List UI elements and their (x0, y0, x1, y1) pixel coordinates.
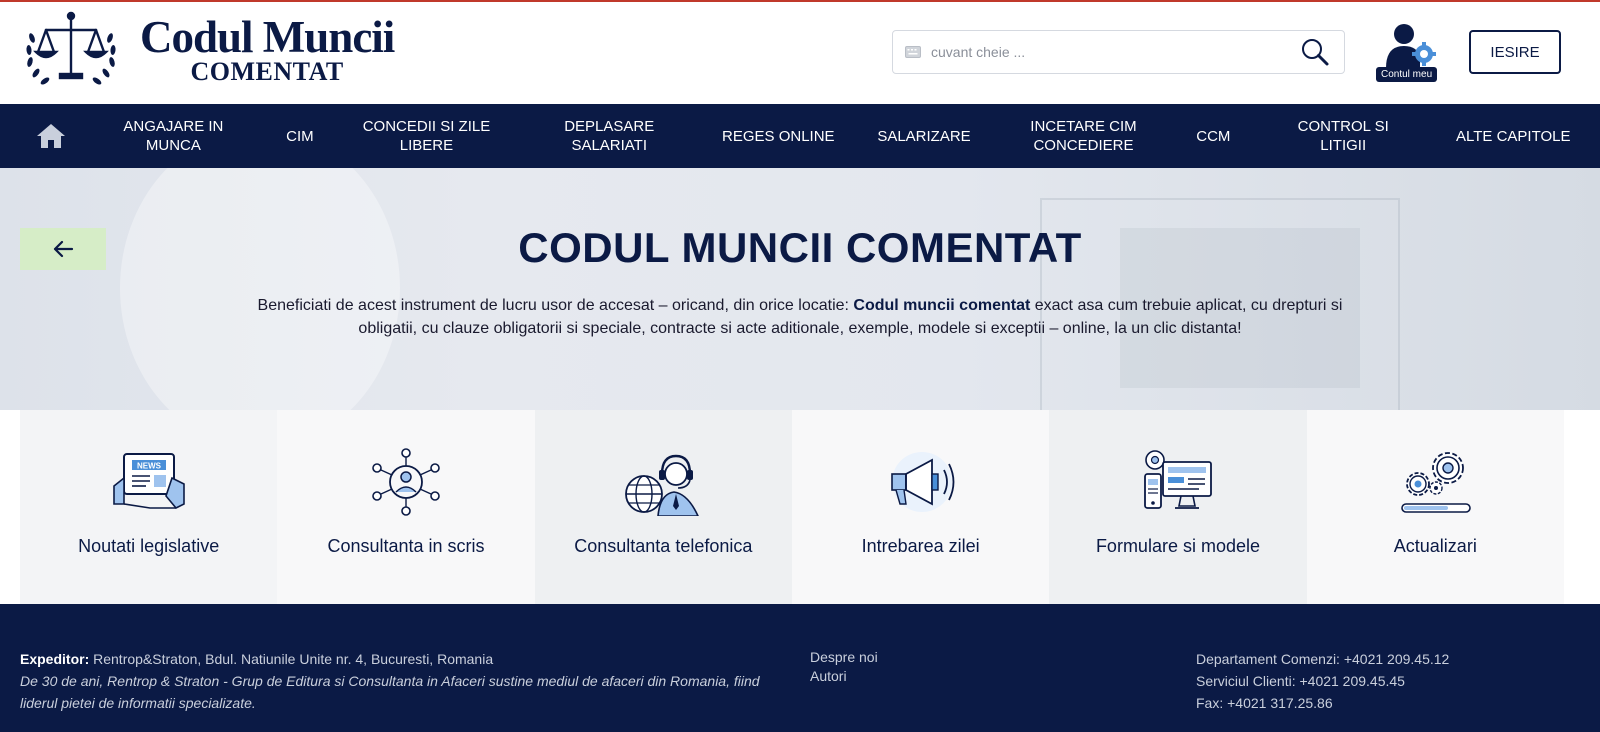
tile-noutati-legislative[interactable]: NEWS Noutati legislative (20, 410, 278, 604)
site-logo[interactable]: Codul Muncii COMENTAT (22, 8, 395, 92)
megaphone-icon (890, 452, 955, 512)
nav-item-deplasare[interactable]: DEPLASARE SALARIATI (539, 117, 679, 155)
feature-tiles: NEWS Noutati legislative Consultanta in … (20, 410, 1564, 604)
tile-label: Noutati legislative (78, 536, 220, 556)
search-icon[interactable] (1300, 37, 1330, 67)
hero-text-intro: Beneficiati de acest instrument de lucru… (257, 297, 854, 314)
nav-item-reges[interactable]: REGES ONLINE (722, 127, 835, 146)
nav-item-ccm[interactable]: CCM (1196, 127, 1230, 146)
tile-formulare-modele[interactable]: Formulare si modele (1049, 410, 1307, 604)
footer-about-text: De 30 de ani, Rentrop & Straton - Grup d… (20, 673, 760, 711)
contact-fax: Fax: +4021 317.25.86 (1196, 695, 1333, 711)
devices-forms-icon (1144, 450, 1212, 509)
tile-label: Consultanta in scris (327, 536, 485, 556)
search-box (892, 30, 1345, 74)
footer-links: Despre noi Autori (810, 648, 878, 686)
svg-text:NEWS: NEWS (137, 462, 162, 471)
nav-item-angajare[interactable]: ANGAJARE IN MUNCA (103, 117, 243, 155)
logo-text: Codul Muncii COMENTAT (140, 12, 395, 86)
site-footer: Expeditor: Rentrop&Straton, Bdul. Natiun… (0, 604, 1600, 732)
search-input[interactable] (931, 44, 1300, 60)
user-settings-icon (1386, 24, 1436, 68)
nav-item-concedii[interactable]: CONCEDII SI ZILE LIBERE (356, 117, 496, 155)
gears-update-icon (1401, 452, 1472, 513)
nav-item-cim[interactable]: CIM (286, 127, 314, 146)
hero-background-shape (120, 168, 400, 410)
site-header: Codul Muncii COMENTAT cuvant cheie ... C… (0, 0, 1600, 104)
logo-subtitle: COMENTAT (190, 57, 344, 86)
tile-consultanta-scris[interactable]: Consultanta in scris (277, 410, 535, 604)
scales-of-justice-icon (26, 11, 116, 85)
nav-home[interactable] (20, 104, 82, 168)
hero-banner: CODUL MUNCII COMENTAT Beneficiati de ace… (0, 168, 1600, 410)
logo-title: Codul Muncii (140, 12, 395, 62)
hero-text-bold: Codul muncii comentat (853, 297, 1031, 314)
footer-link-despre-noi[interactable]: Despre noi (810, 648, 878, 667)
nav-item-control[interactable]: CONTROL SI LITIGII (1273, 117, 1413, 155)
contact-clienti: Serviciul Clienti: +4021 209.45.45 (1196, 673, 1405, 689)
tile-label: Consultanta telefonica (574, 536, 753, 556)
tile-consultanta-telefonica[interactable]: Consultanta telefonica (534, 410, 792, 604)
tile-label: Formulare si modele (1095, 536, 1260, 556)
hero-description: Beneficiati de acest instrument de lucru… (230, 294, 1370, 340)
footer-contacts: Departament Comenzi: +4021 209.45.12 Ser… (1196, 648, 1449, 714)
headset-globe-icon (625, 454, 700, 516)
home-icon (37, 124, 65, 148)
footer-company-info: Expeditor: Rentrop&Straton, Bdul. Natiun… (20, 648, 760, 714)
nav-item-incetare[interactable]: INCETARE CIM CONCEDIERE (1013, 117, 1153, 155)
network-people-icon (372, 448, 440, 516)
tile-label: Actualizari (1393, 536, 1477, 556)
news-icon: NEWS (112, 453, 185, 509)
account-label: Contul meu (1376, 67, 1438, 82)
contact-comenzi: Departament Comenzi: +4021 209.45.12 (1196, 651, 1450, 667)
logout-button[interactable]: IESIRE (1469, 30, 1561, 74)
nav-item-salarizare[interactable]: SALARIZARE (877, 127, 970, 146)
tile-actualizari[interactable]: Actualizari (1306, 410, 1564, 604)
footer-link-autori[interactable]: Autori (810, 667, 878, 686)
page-title: CODUL MUNCII COMENTAT (518, 224, 1082, 271)
nav-item-alte-capitole[interactable]: ALTE CAPITOLE (1456, 127, 1571, 146)
expeditor-address: Rentrop&Straton, Bdul. Natiunile Unite n… (89, 651, 494, 667)
tile-label: Intrebarea zilei (861, 536, 980, 556)
account-button[interactable]: Contul meu (1374, 22, 1444, 84)
expeditor-label: Expeditor: (20, 651, 90, 667)
tile-intrebarea-zilei[interactable]: Intrebarea zilei (791, 410, 1050, 604)
footer-expeditor: Expeditor: Rentrop&Straton, Bdul. Natiun… (20, 648, 760, 670)
main-navigation: ANGAJARE IN MUNCA CIM CONCEDII SI ZILE L… (0, 104, 1600, 168)
keyboard-icon (905, 46, 921, 58)
